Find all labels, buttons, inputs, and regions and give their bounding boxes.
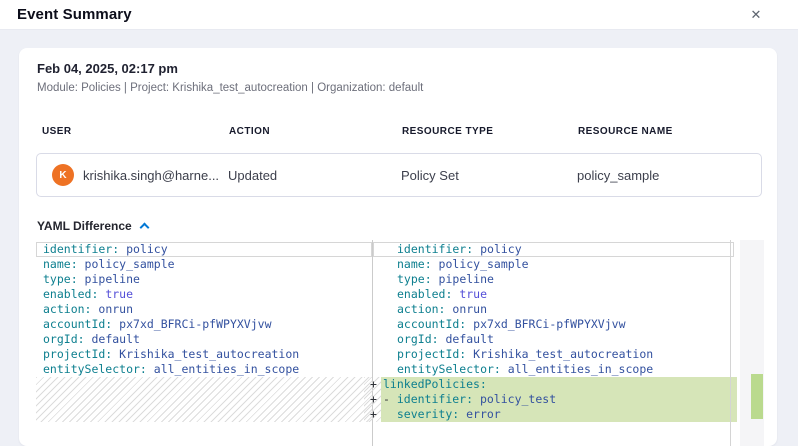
diff-line: orgId: default [373, 332, 740, 347]
diff-line: action: onrun [373, 302, 740, 317]
dialog-header: Event Summary ✕ [0, 0, 798, 30]
diff-line: enabled: true [373, 287, 740, 302]
column-header-user: USER [37, 126, 227, 137]
diff-line: name: policy_sample [373, 257, 740, 272]
audit-table-row: K krishika.singh@harne... Updated Policy… [36, 153, 762, 197]
avatar-initial: K [59, 170, 66, 181]
diff-line: type: pipeline [373, 272, 740, 287]
close-icon: ✕ [751, 7, 762, 22]
diff-line: linkedPolicies: [381, 377, 737, 392]
diff-right-pane[interactable]: identifier: policyname: policy_sampletyp… [373, 240, 740, 446]
diff-line: type: pipeline [36, 272, 372, 287]
audit-table-header: USER ACTION RESOURCE TYPE RESOURCE NAME [37, 126, 761, 137]
diff-left-pane[interactable]: identifier: policyname: policy_sampletyp… [36, 240, 372, 446]
yaml-diff-editor: identifier: policyname: policy_sampletyp… [36, 240, 765, 446]
diff-line: projectId: Krishika_test_autocreation [36, 347, 372, 362]
chevron-up-icon [139, 223, 149, 233]
event-summary-card: Feb 04, 2025, 02:17 pm Module: Policies … [19, 48, 777, 446]
diff-line: action: onrun [36, 302, 372, 317]
dialog-title: Event Summary [17, 6, 132, 23]
column-header-action: ACTION [227, 126, 400, 137]
diff-line: enabled: true [36, 287, 372, 302]
user-email: krishika.singh@harne... [83, 168, 219, 183]
avatar: K [52, 164, 74, 186]
event-timestamp: Feb 04, 2025, 02:17 pm [37, 61, 178, 76]
diff-right-boundary [730, 240, 731, 446]
diff-line: entitySelector: all_entities_in_scope [36, 362, 372, 377]
diff-added-marker: + [370, 407, 384, 422]
diff-added-marker: + [370, 377, 384, 392]
diff-line: projectId: Krishika_test_autocreation [373, 347, 740, 362]
diff-line: accountId: px7xd_BFRCi-pfWPYXVjvw [36, 317, 372, 332]
diff-line: name: policy_sample [36, 257, 372, 272]
diff-added-marker: + [370, 392, 384, 407]
yaml-difference-label: YAML Difference [37, 219, 132, 233]
column-header-resource-name: RESOURCE NAME [576, 126, 761, 137]
resource-type-cell: Policy Set [399, 168, 575, 183]
diff-line: - identifier: policy_test [381, 392, 737, 407]
close-button[interactable]: ✕ [744, 3, 768, 27]
column-header-resource-type: RESOURCE TYPE [400, 126, 576, 137]
diff-line: identifier: policy [36, 242, 372, 257]
event-meta: Module: Policies | Project: Krishika_tes… [37, 82, 423, 94]
diff-scrollbar[interactable] [740, 240, 764, 446]
diff-line: accountId: px7xd_BFRCi-pfWPYXVjvw [373, 317, 740, 332]
diff-line: identifier: policy [373, 242, 734, 257]
diff-overview-added-mark [751, 374, 763, 419]
resource-name-cell: policy_sample [575, 168, 761, 183]
action-cell: Updated [226, 168, 399, 183]
diff-line: severity: error [381, 407, 737, 422]
user-cell: K krishika.singh@harne... [37, 164, 226, 186]
diff-line: entitySelector: all_entities_in_scope [373, 362, 740, 377]
yaml-difference-toggle[interactable]: YAML Difference [37, 218, 148, 234]
diff-removed-placeholder [36, 377, 372, 422]
diff-line: orgId: default [36, 332, 372, 347]
